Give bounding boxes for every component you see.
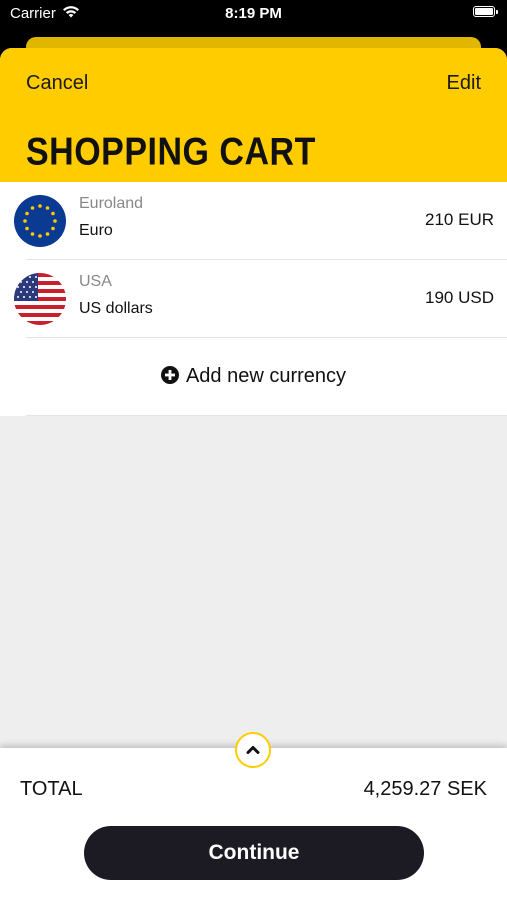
edit-button[interactable]: Edit — [447, 72, 481, 95]
currency-name: US dollars — [79, 300, 153, 317]
plus-circle-icon — [160, 366, 179, 384]
currency-amount: 210 EUR — [425, 210, 494, 229]
cart-footer: TOTAL 4,259.27 SEK Continue — [0, 732, 507, 900]
list-item-euro[interactable]: Euroland Euro 210 EUR — [0, 182, 507, 260]
continue-button[interactable]: Continue — [84, 826, 424, 880]
currency-list: Euroland Euro 210 EUR USA US dollars 190… — [0, 182, 507, 416]
add-currency-label: Add new currency — [185, 365, 347, 387]
total-value: 4,259.27 SEK — [363, 778, 487, 800]
cancel-button[interactable]: Cancel — [26, 72, 88, 95]
status-time: 8:19 PM — [225, 5, 282, 22]
chevron-up-icon — [246, 746, 260, 754]
cart-header: Cancel Edit SHOPPING CART — [0, 48, 507, 182]
us-flag-icon — [14, 273, 66, 325]
total-label: TOTAL — [20, 778, 83, 800]
divider — [26, 415, 507, 416]
currency-name: Euro — [79, 222, 113, 239]
status-bar: Carrier 8:19 PM — [0, 0, 507, 30]
expand-button[interactable] — [235, 732, 271, 768]
add-currency-button[interactable]: Add new currency — [0, 338, 507, 416]
shopping-cart-sheet: Cancel Edit SHOPPING CART Euroland Euro … — [0, 48, 507, 900]
page-title: SHOPPING CART — [26, 130, 316, 174]
currency-amount: 190 USD — [425, 288, 494, 307]
list-item-usd[interactable]: USA US dollars 190 USD — [0, 260, 507, 338]
battery-icon — [473, 6, 498, 17]
region-label: Euroland — [79, 195, 144, 212]
eu-flag-icon — [14, 195, 66, 247]
region-label: USA — [79, 273, 112, 290]
